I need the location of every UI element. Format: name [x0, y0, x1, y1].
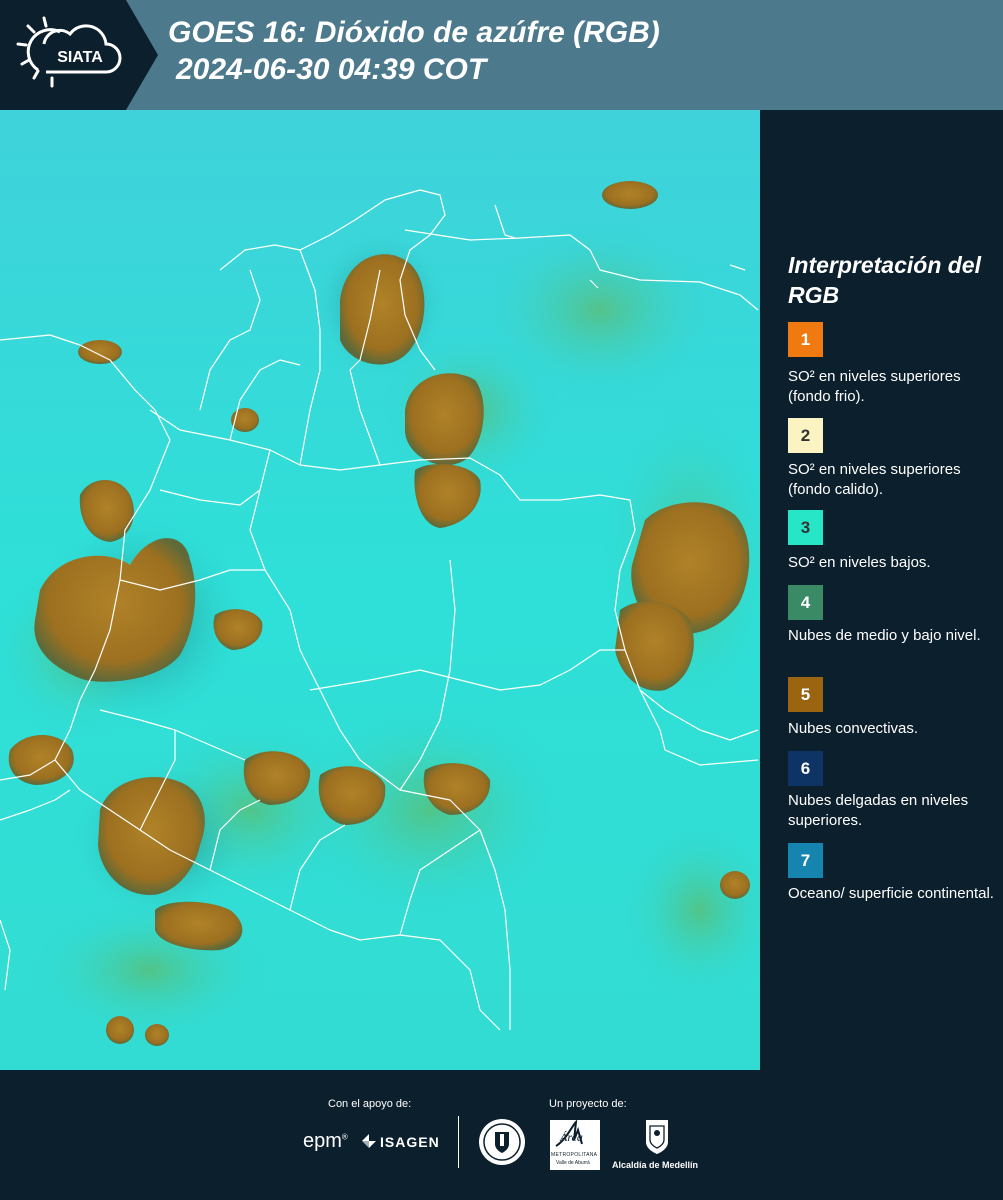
- isagen-logo: ISAGEN: [360, 1132, 439, 1155]
- legend-panel: Interpretación del RGB 1 SO² en niveles …: [760, 110, 1003, 1070]
- legend-swatch-7: 7: [788, 843, 823, 878]
- legend-label-2: SO² en niveles superiores (fondo calido)…: [788, 461, 961, 498]
- epm-logo: epm®: [303, 1130, 348, 1152]
- footer-divider: [458, 1116, 459, 1168]
- legend-swatch-5: 5: [788, 677, 823, 712]
- legend-label-4: Nubes de medio y bajo nivel.: [788, 627, 981, 644]
- alcaldia-crest-logo: [644, 1118, 670, 1161]
- area-metropolitana-logo: Área METROPOLITANA Valle de Aburrá: [550, 1120, 600, 1170]
- legend-swatch-4: 4: [788, 585, 823, 620]
- project-label: Un proyecto de:: [549, 1098, 627, 1110]
- legend-label-7: Oceano/ superficie continental.: [788, 885, 994, 902]
- footer: Con el apoyo de: Un proyecto de: epm® IS…: [0, 1070, 1003, 1200]
- legend-swatch-3: 3: [788, 510, 823, 545]
- isagen-icon: [362, 1134, 376, 1148]
- legend-label-5: Nubes convectivas.: [788, 720, 919, 737]
- satellite-map[interactable]: [0, 110, 760, 1070]
- legend-swatch-1: 1: [788, 322, 823, 357]
- legend-swatch-2: 2: [788, 418, 823, 453]
- siata-logo: SIATA: [0, 0, 158, 110]
- header-bar: SIATA GOES 16: Dióxido de azúfre (RGB) 2…: [0, 0, 1003, 110]
- support-label: Con el apoyo de:: [328, 1098, 412, 1110]
- legend-label-1: SO² en niveles superiores (fondo frio).: [788, 368, 961, 405]
- siata-logo-text: SIATA: [57, 49, 103, 66]
- legend-swatch-6: 6: [788, 751, 823, 786]
- title-line-product: GOES 16: Dióxido de azúfre (RGB): [168, 16, 660, 49]
- seal-icon: [479, 1119, 525, 1165]
- crest-icon: [646, 1120, 668, 1154]
- alcaldia-label: Alcaldía de Medellín: [612, 1160, 699, 1170]
- legend-label-6: Nubes delgadas en niveles superiores.: [788, 792, 969, 829]
- legend-label-3: SO² en niveles bajos.: [788, 554, 931, 571]
- legend-title: Interpretación del RGB: [788, 252, 981, 308]
- page: SIATA GOES 16: Dióxido de azúfre (RGB) 2…: [0, 0, 1003, 1200]
- title-line-datetime: 2024-06-30 04:39 COT: [176, 53, 487, 86]
- page-title: GOES 16: Dióxido de azúfre (RGB) 2024-06…: [168, 14, 660, 88]
- medellin-seal-logo: [478, 1118, 526, 1171]
